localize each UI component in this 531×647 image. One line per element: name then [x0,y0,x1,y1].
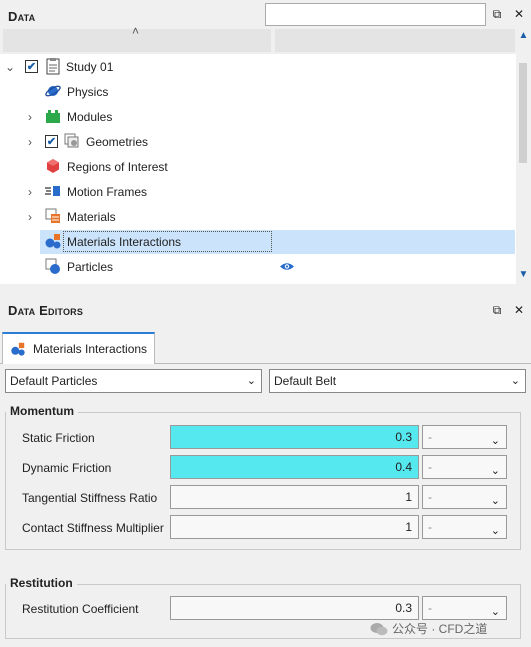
regions-icon [47,159,59,173]
tree-item-label: Physics [67,84,109,99]
material-b-value: Default Belt [274,374,337,388]
modules-icon [46,110,60,123]
tree-item-label: Motion Frames [67,184,148,199]
editors-panel-title: Data Editors [8,302,84,318]
tree-item-label: Modules [67,109,113,124]
restitution-coefficient-input[interactable]: 0.3 [170,596,419,620]
eye-icon[interactable] [279,261,295,272]
chevron-down-icon: ⌄ [490,495,500,507]
geometries-icon [64,133,79,148]
tree-item-label: Geometries [86,134,149,149]
expand-arrow-icon[interactable]: › [24,110,36,124]
unit-value: - [428,490,432,504]
restitution-group-title: Restitution [6,576,77,590]
tree-item-geometries[interactable]: › Geometries [0,129,516,154]
tree-item-materials[interactable]: › Materials [0,204,516,229]
tree-item-materials-interactions[interactable]: Materials Interactions [0,229,516,254]
material-a-select[interactable]: Default Particles ⌄ [5,369,262,393]
chevron-down-icon: ⌄ [490,606,500,618]
tree-item-particles[interactable]: Particles [0,254,516,279]
static-friction-input[interactable]: 0.3 [170,425,419,449]
tab-materials-interactions[interactable]: Materials Interactions [2,332,155,364]
tree-item-label: Particles [67,259,114,274]
tree-item-label: Materials [67,209,116,224]
watermark: 公众号 · CFD之道 [370,620,487,637]
static-friction-label: Static Friction [22,431,95,445]
scrollbar-thumb[interactable] [519,63,527,163]
contact-stiffness-multiplier-label: Contact Stiffness Multiplier [22,521,164,535]
dynamic-friction-input[interactable]: 0.4 [170,455,419,479]
data-tree: ⌄ Study 01 Physics › Modules › [0,54,516,284]
tangential-stiffness-ratio-input[interactable]: 1 [170,485,419,509]
tree-item-label: Materials Interactions [67,234,182,249]
expand-arrow-icon[interactable]: › [24,185,36,199]
static-friction-unit-select[interactable]: - ⌄ [422,425,507,449]
close-icon[interactable]: ✕ [513,303,525,318]
momentum-group-title: Momentum [6,404,78,418]
unit-value: - [428,520,432,534]
float-panel-icon[interactable]: ⧉ [491,7,503,22]
float-panel-icon[interactable]: ⧉ [491,303,503,318]
motion-frames-icon [45,186,60,196]
column-header-status[interactable] [275,29,515,52]
tangential-stiffness-ratio-label: Tangential Stiffness Ratio [22,491,158,505]
sort-ascending-icon: ˄ [132,24,140,38]
editors-panel-header: Data Editors [0,296,531,324]
watermark-text: 公众号 · CFD之道 [392,622,488,636]
clipboard-icon [46,58,60,75]
expand-arrow-icon[interactable]: › [24,135,36,149]
materials-interactions-icon [45,234,61,249]
tree-item-study[interactable]: ⌄ Study 01 [0,54,516,79]
material-a-value: Default Particles [10,374,98,388]
data-search-input[interactable] [265,3,486,26]
unit-value: - [428,601,432,615]
chevron-down-icon: ⌄ [490,435,500,447]
restitution-coefficient-label: Restitution Coefficient [22,602,139,616]
physics-icon [45,85,61,97]
chevron-down-icon: ⌄ [490,525,500,537]
materials-interactions-icon [11,342,25,356]
tangential-stiffness-ratio-unit-select[interactable]: - ⌄ [422,485,507,509]
restitution-coefficient-unit-select[interactable]: - ⌄ [422,596,507,620]
wechat-icon [370,622,388,635]
dynamic-friction-label: Dynamic Friction [22,461,112,475]
tree-item-motion-frames[interactable]: › Motion Frames [0,179,516,204]
unit-value: - [428,430,432,444]
data-panel: Data ⧉ ✕ ˄ ⌄ Study 01 Physics [0,0,531,287]
unit-value: - [428,460,432,474]
particles-icon [45,258,60,274]
data-editors-panel: Data Editors ⧉ ✕ Materials Interactions … [0,294,531,647]
dynamic-friction-unit-select[interactable]: - ⌄ [422,455,507,479]
contact-stiffness-multiplier-unit-select[interactable]: - ⌄ [422,515,507,539]
study-checkbox[interactable] [25,60,38,73]
tree-item-regions-of-interest[interactable]: Regions of Interest [0,154,516,179]
contact-stiffness-multiplier-input[interactable]: 1 [170,515,419,539]
chevron-down-icon: ⌄ [510,375,520,387]
tree-item-modules[interactable]: › Modules [0,104,516,129]
tree-item-physics[interactable]: Physics [0,79,516,104]
tab-label: Materials Interactions [33,342,148,356]
scroll-down-icon[interactable]: ▼ [516,269,531,280]
tree-item-label: Study 01 [66,59,114,74]
tree-column-headers: ˄ [3,24,515,52]
tree-scrollbar[interactable]: ▲ ▼ [516,29,531,284]
chevron-down-icon: ⌄ [246,375,256,387]
material-b-select[interactable]: Default Belt ⌄ [269,369,526,393]
chevron-down-icon: ⌄ [490,465,500,477]
data-panel-title: Data [8,8,36,24]
column-header-name[interactable]: ˄ [3,24,271,52]
geometries-checkbox[interactable] [45,135,58,148]
materials-icon [45,208,60,223]
expand-arrow-icon[interactable]: › [24,210,36,224]
close-icon[interactable]: ✕ [513,7,525,22]
collapse-arrow-icon[interactable]: ⌄ [4,60,16,74]
tree-item-label: Regions of Interest [67,159,168,174]
scroll-up-icon[interactable]: ▲ [516,30,531,41]
